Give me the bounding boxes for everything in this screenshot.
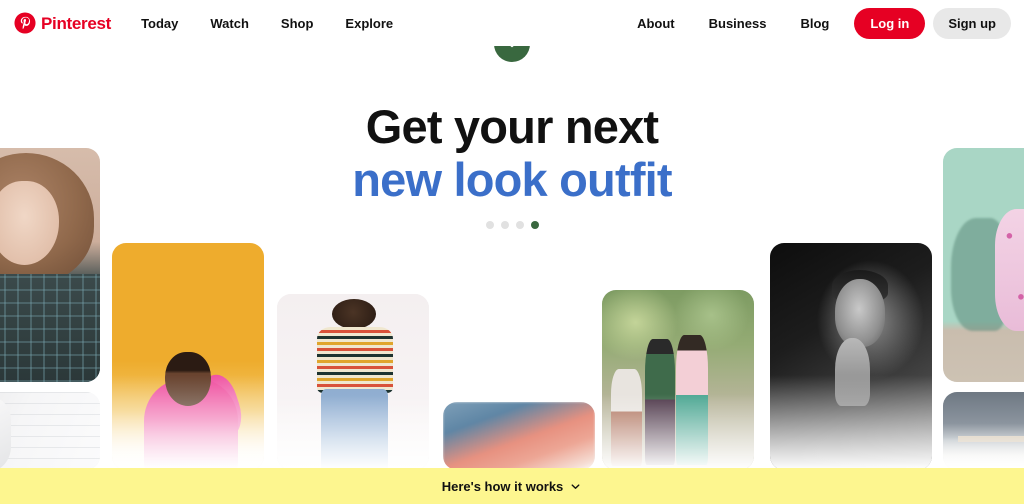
nav-link-business[interactable]: Business xyxy=(692,17,784,30)
nav-link-shop[interactable]: Shop xyxy=(265,17,330,30)
card-detail xyxy=(189,370,247,443)
card-image xyxy=(943,392,1024,470)
carousel-dot-1[interactable] xyxy=(485,221,494,230)
card-detail xyxy=(165,351,211,407)
nav-link-watch[interactable]: Watch xyxy=(194,17,265,30)
nav-link-blog[interactable]: Blog xyxy=(783,17,846,30)
card-detail xyxy=(676,335,709,465)
collage-card-interior[interactable] xyxy=(943,392,1024,470)
secondary-nav: About Business Blog Log in Sign up xyxy=(620,7,1024,39)
card-detail xyxy=(321,389,388,470)
signup-button[interactable]: Sign up xyxy=(933,7,1011,39)
nav-link-about[interactable]: About xyxy=(620,17,692,30)
card-image xyxy=(0,392,100,470)
collage-card-white-shirt[interactable] xyxy=(0,392,100,470)
hero-image-collage xyxy=(0,0,1024,504)
collage-card-striped-tee[interactable] xyxy=(277,294,429,470)
carousel-dot-3[interactable] xyxy=(515,221,524,230)
brand-wordmark: Pinterest xyxy=(41,13,112,33)
card-detail xyxy=(331,299,376,330)
carousel-dot-4[interactable] xyxy=(530,221,539,230)
primary-nav: Today Watch Shop Explore xyxy=(125,17,409,30)
carousel-dot-2[interactable] xyxy=(500,221,509,230)
carousel-dots xyxy=(0,221,1024,230)
card-detail xyxy=(834,279,886,348)
collage-card-orange-pink[interactable] xyxy=(112,243,264,470)
chevron-down-icon xyxy=(569,480,582,493)
card-detail xyxy=(143,379,239,470)
pinterest-logo-icon xyxy=(14,12,36,34)
card-detail xyxy=(316,327,393,393)
how-it-works-label: Here's how it works xyxy=(441,478,564,494)
card-detail xyxy=(834,338,871,407)
card-detail xyxy=(644,338,675,465)
collage-card-street-style[interactable] xyxy=(602,290,754,470)
collage-card-woman-plaid[interactable] xyxy=(0,148,100,382)
nav-link-today[interactable]: Today xyxy=(125,17,194,30)
card-detail xyxy=(611,369,642,467)
card-image xyxy=(443,402,595,470)
collage-card-bw-portrait[interactable] xyxy=(770,243,932,470)
collage-card-scroll-cue[interactable] xyxy=(443,402,595,470)
how-it-works-banner[interactable]: Here's how it works xyxy=(0,468,1024,504)
collage-card-pink-dress[interactable] xyxy=(943,148,1024,382)
login-button[interactable]: Log in xyxy=(854,7,926,39)
site-header: Pinterest Today Watch Shop Explore About… xyxy=(0,0,1024,46)
pinterest-home-link[interactable]: Pinterest xyxy=(14,12,111,34)
card-detail xyxy=(958,435,1024,442)
card-detail xyxy=(0,274,100,382)
nav-link-explore[interactable]: Explore xyxy=(329,17,409,30)
